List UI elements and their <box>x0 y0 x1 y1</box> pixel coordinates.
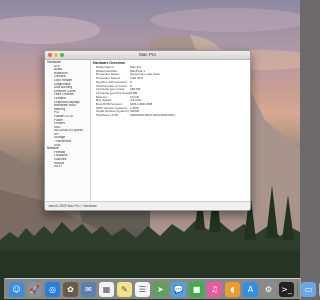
system-information-window[interactable]: Mac Pro Hardware ATA Audio Bluetooth Cam… <box>44 50 251 211</box>
window-content: Hardware ATA Audio Bluetooth Camera Card… <box>45 60 250 202</box>
hardware-overview-heading: Hardware Overview: <box>93 61 126 65</box>
ibooks-icon[interactable]: ◖ <box>225 281 240 297</box>
itunes-icon[interactable]: ♫ <box>207 281 222 297</box>
path-bar: Jason's 2009 Mac Pro > Hardware <box>45 201 250 210</box>
dock: ☺🚀◎✿✉▦✎☰➤💬■♫◖A⚙>_▭🗑 <box>4 278 320 299</box>
calendar-icon[interactable]: ▦ <box>99 281 114 297</box>
photos-icon[interactable]: ✿ <box>63 281 78 297</box>
reminders-icon[interactable]: ☰ <box>135 281 150 297</box>
notes-icon[interactable]: ✎ <box>117 281 132 297</box>
sidebar[interactable]: Hardware ATA Audio Bluetooth Camera Card… <box>45 60 91 202</box>
window-titlebar[interactable]: Mac Pro <box>45 51 250 60</box>
dock-separator <box>297 281 298 297</box>
detail-pane: Hardware Overview: Model Name: Mac Pro Mo… <box>91 60 250 202</box>
sidebar-item-wifi[interactable]: Wi-Fi <box>45 165 90 169</box>
maps-icon[interactable]: ➤ <box>153 281 168 297</box>
window-title: Mac Pro <box>139 52 156 57</box>
safari-icon[interactable]: ◎ <box>45 281 60 297</box>
terminal-icon[interactable]: >_ <box>279 281 294 297</box>
info-label: Hardware UUID: <box>96 114 119 118</box>
finder-icon[interactable]: ☺ <box>9 281 24 297</box>
info-value: 00000000-0000-1000-8000-0017 <box>130 114 176 118</box>
system-preferences-icon[interactable]: ⚙ <box>261 281 276 297</box>
app-store-icon[interactable]: A <box>243 281 258 297</box>
launchpad-icon[interactable]: 🚀 <box>27 281 42 297</box>
downloads-folder-icon[interactable]: ▭ <box>301 281 316 297</box>
messages-icon[interactable]: 💬 <box>171 281 186 297</box>
info-row: Hardware UUID: 00000000-0000-1000-8000-00… <box>93 114 248 118</box>
facetime-icon[interactable]: ■ <box>189 281 204 297</box>
mail-icon[interactable]: ✉ <box>81 281 96 297</box>
